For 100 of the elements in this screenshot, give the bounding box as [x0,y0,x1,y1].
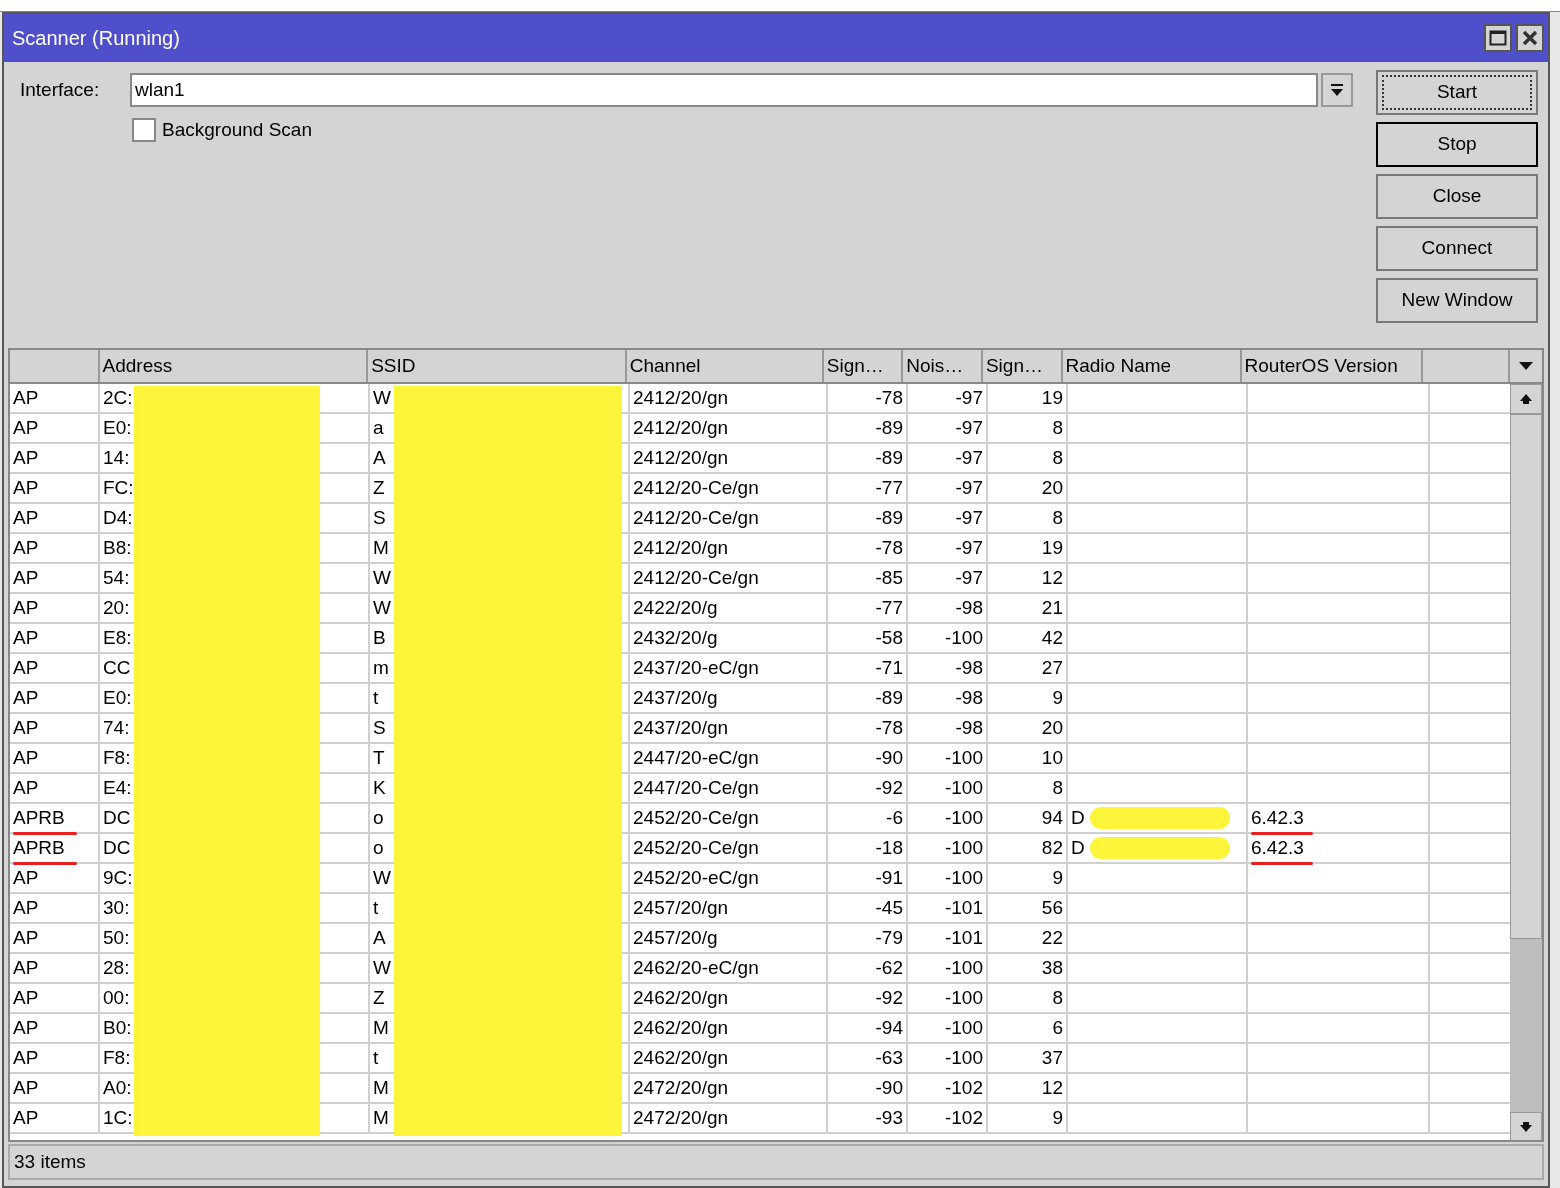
channel-cell-text: 2412/20-Ce/gn [633,565,759,590]
noise-cell-text: -97 [955,415,983,440]
address-cell-text: 50: [103,925,130,950]
ssid-cell-text: S [373,715,386,740]
ssid-cell-text: o [373,805,384,830]
noise-cell-text: -98 [955,715,983,740]
snr-cell-text: 37 [1041,1045,1063,1070]
channel-cell-text: 2412/20/gn [633,445,729,470]
scrollbar[interactable] [1510,384,1542,1140]
dropdown-button[interactable] [1321,73,1353,107]
signal-cell-text: -89 [875,505,903,530]
column-header[interactable]: Address [99,350,369,382]
type-cell-text: AP [13,1015,39,1040]
noise-cell-text: -98 [955,655,983,680]
scroll-thumb[interactable] [1510,414,1542,939]
column-header[interactable]: Radio Name [1062,350,1242,382]
address-cell-text: E0: [103,415,132,440]
signal-cell-text: -18 [875,835,903,860]
signal-cell-text: -78 [875,385,903,410]
down-arrow-icon [1519,1121,1533,1133]
type-cell-text: AP [13,745,39,770]
ssid-cell-text: A [373,445,386,470]
address-cell-text: 1C: [103,1105,133,1130]
column-header[interactable]: SSID [368,350,627,382]
column-header[interactable]: Sign… [982,350,1063,382]
noise-cell-text: -100 [944,955,983,980]
ssid-cell-text: B [373,625,386,650]
address-cell-text: 30: [103,895,130,920]
noise-cell-text: -100 [944,835,983,860]
type-cell-text: AP [13,925,39,950]
type-cell-text: AP [13,655,39,680]
background-scan-checkbox[interactable] [132,118,156,143]
action-button[interactable]: Connect [1376,226,1538,271]
snr-cell-text: 20 [1041,475,1063,500]
address-cell-text: E8: [103,625,132,650]
snr-cell-text: 22 [1041,925,1063,950]
up-arrow-icon [1519,393,1533,405]
signal-cell-text: -78 [875,535,903,560]
noise-cell-text: -102 [944,1075,983,1100]
ssid-cell-text: Z [373,985,385,1010]
scroll-up-button[interactable] [1510,384,1542,414]
address-cell-text: F8: [103,1045,131,1070]
snr-cell-text: 21 [1041,595,1063,620]
noise-cell-text: -100 [944,805,983,830]
type-cell-text: AP [13,1045,39,1070]
channel-cell-text: 2462/20-eC/gn [633,955,759,980]
address-cell-text: 20: [103,595,130,620]
signal-cell-text: -58 [875,625,903,650]
column-header[interactable]: RouterOS Version [1241,350,1423,382]
action-button[interactable]: Start [1376,70,1538,115]
interface-field[interactable]: wlan1 [130,73,1318,107]
snr-cell-text: 9 [1052,685,1063,710]
address-cell-text: D4: [103,505,133,530]
signal-cell-text: -89 [875,415,903,440]
snr-cell-text: 56 [1041,895,1063,920]
column-header[interactable]: Sign… [823,350,904,382]
type-cell-text: AP [13,535,39,560]
noise-cell-text: -97 [955,445,983,470]
version-cell-text: 6.42.3 [1251,805,1304,830]
address-cell-text: A0: [103,1075,132,1100]
type-cell-text: AP [13,385,39,410]
column-header[interactable]: Nois… [903,350,983,382]
channel-cell-text: 2457/20/gn [633,895,729,920]
snr-cell-text: 42 [1041,625,1063,650]
signal-cell-text: -89 [875,445,903,470]
ssid-cell-text: t [373,895,379,920]
noise-cell-text: -100 [944,1045,983,1070]
noise-cell-text: -97 [955,385,983,410]
scroll-down-button[interactable] [1510,1112,1542,1140]
ssid-cell-text: A [373,925,386,950]
noise-cell-text: -100 [944,865,983,890]
channel-cell-text: 2437/20-eC/gn [633,655,759,680]
maximize-button[interactable] [1484,24,1512,52]
signal-cell-text: -78 [875,715,903,740]
type-cell-text: AP [13,775,39,800]
signal-cell-text: -77 [875,475,903,500]
address-cell-text: 28: [103,955,130,980]
column-header[interactable]: Channel [626,350,824,382]
ssid-cell-text: Z [373,475,385,500]
action-button[interactable]: Close [1376,174,1538,219]
close-button[interactable] [1516,24,1544,52]
channel-cell-text: 2437/20/gn [633,715,729,740]
address-cell-text: 2C: [103,385,133,410]
signal-cell-text: -62 [875,955,903,980]
address-cell-text: CC [103,655,131,680]
snr-cell-text: 8 [1052,505,1063,530]
action-button[interactable]: Stop [1376,122,1538,167]
address-cell-text: 74: [103,715,130,740]
snr-cell-text: 20 [1041,715,1063,740]
address-cell-text: B0: [103,1015,132,1040]
address-cell-text: DC [103,835,131,860]
caret-icon [1518,361,1535,371]
type-cell-text: APRB [13,805,65,830]
channel-cell-text: 2472/20/gn [633,1075,729,1100]
channel-cell-text: 2462/20/gn [633,1045,729,1070]
action-button[interactable]: New Window [1376,278,1538,323]
type-cell-text: AP [13,1105,39,1130]
noise-cell-text: -101 [944,895,983,920]
type-cell-text: AP [13,625,39,650]
channel-cell-text: 2462/20/gn [633,1015,729,1040]
